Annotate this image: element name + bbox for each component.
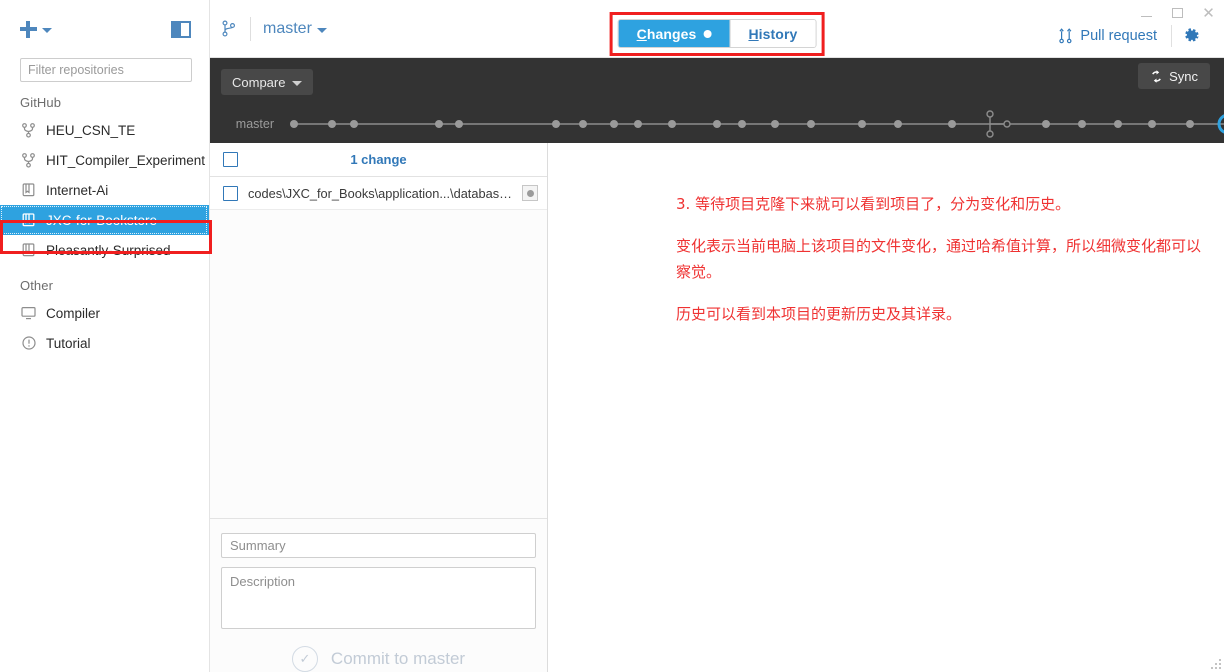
changed-file-row[interactable]: codes\JXC_for_Books\application...\datab… — [210, 177, 547, 210]
sidebar-item-hit-compiler-experiment[interactable]: HIT_Compiler_Experiment — [0, 145, 209, 175]
branch-selector[interactable]: master — [263, 20, 327, 38]
annotation-text-block: 3. 等待项目克隆下来就可以看到项目了，分为变化和历史。 变化表示当前电脑上该项… — [676, 191, 1210, 327]
panel-toggle-icon[interactable] — [171, 20, 191, 38]
add-repository-button[interactable] — [20, 20, 52, 38]
sync-icon — [1150, 69, 1163, 83]
repository-sidebar: GitHub HEU_CSN_TE HIT_Comp — [0, 0, 212, 672]
sidebar-item-label: Internet-Ai — [46, 182, 109, 198]
chevron-down-icon — [292, 81, 303, 86]
file-path-label: codes\JXC_for_Books\application...\datab… — [248, 185, 512, 201]
sidebar-group-label-other: Other — [20, 278, 54, 293]
sidebar-group-label-github: GitHub — [20, 95, 62, 110]
tab-changes[interactable]: Changes — [618, 20, 730, 47]
diff-pane: 3. 等待项目克隆下来就可以看到项目了，分为变化和历史。 变化表示当前电脑上该项… — [548, 143, 1224, 672]
tab-history-accelerator: H — [748, 25, 759, 42]
app-window: GitHub HEU_CSN_TE HIT_Comp — [0, 0, 1224, 672]
repository-header: master Changes History Pull request — [210, 0, 1224, 58]
resize-grip[interactable] — [1210, 658, 1221, 669]
chevron-down-icon — [42, 28, 52, 33]
compare-label: Compare — [232, 74, 286, 90]
commit-graph-bar: Compare Sync master — [210, 58, 1224, 143]
info-circle-icon — [21, 335, 36, 351]
file-checkbox[interactable] — [223, 185, 238, 201]
filter-wrapper — [0, 58, 209, 82]
book-icon — [21, 182, 36, 198]
pull-request-icon — [1059, 27, 1073, 44]
sidebar-item-label: HIT_Compiler_Experiment — [46, 152, 206, 168]
header-divider — [250, 16, 251, 41]
monitor-icon — [21, 305, 36, 321]
sidebar-item-internet-ai[interactable]: Internet-Ai — [0, 175, 209, 205]
sidebar-item-label: Compiler — [46, 305, 101, 321]
changes-count-label: 1 change — [350, 152, 407, 167]
tab-history-label: istory — [758, 25, 798, 42]
commit-graph-svg — [290, 110, 1224, 138]
annotation-paragraph-3: 历史可以看到本项目的更新历史及其详录。 — [676, 305, 962, 323]
tab-history[interactable]: History — [729, 20, 816, 47]
book-icon — [21, 212, 36, 228]
body-split: 1 change codes\JXC_for_Books\application… — [210, 143, 1224, 672]
tab-changes-accelerator: C — [636, 25, 647, 42]
commit-form: ✓ Commit to master — [210, 519, 547, 672]
annotation-paragraph-2: 变化表示当前电脑上该项目的文件变化，通过哈希值计算，所以细微变化都可以察觉。 — [676, 237, 1202, 281]
minimize-button[interactable] — [1131, 2, 1162, 24]
pull-request-button[interactable]: Pull request — [1059, 28, 1171, 44]
sync-label: Sync — [1169, 68, 1198, 84]
tabs-wrapper: Changes History — [609, 12, 825, 56]
book-icon — [21, 242, 36, 258]
check-circle-icon: ✓ — [291, 646, 318, 672]
commit-graph-track[interactable] — [284, 106, 1224, 142]
changes-empty-area — [210, 210, 547, 519]
sidebar-item-label: JXC-for-Bookstore — [46, 212, 158, 228]
sync-button[interactable]: Sync — [1138, 63, 1210, 89]
sidebar-item-label: HEU_CSN_TE — [46, 122, 136, 138]
sidebar-toolbar — [0, 0, 209, 58]
sidebar-item-label: Pleasantly-Surprised — [46, 242, 171, 258]
commit-to-master-button[interactable]: ✓ Commit to master — [221, 646, 536, 672]
view-tabs: Changes History — [617, 19, 817, 48]
maximize-button[interactable] — [1162, 2, 1193, 24]
compare-button[interactable]: Compare — [221, 69, 314, 95]
close-button[interactable]: ✕ — [1193, 2, 1224, 24]
select-all-checkbox[interactable] — [223, 152, 238, 167]
branch-block: master — [210, 16, 327, 41]
pull-request-label: Pull request — [1080, 27, 1157, 44]
commit-summary-input[interactable] — [221, 533, 536, 558]
branch-icon — [222, 20, 238, 38]
tab-changes-indicator-dot — [703, 29, 712, 38]
sidebar-item-jxc-for-bookstore[interactable]: JXC-for-Bookstore — [0, 205, 209, 235]
main-area: master Changes History Pull request Comp… — [210, 0, 1224, 672]
branch-name-label: master — [263, 19, 312, 37]
graph-branch-label: master — [235, 117, 274, 131]
changes-header: 1 change — [210, 143, 547, 177]
changes-panel: 1 change codes\JXC_for_Books\application… — [210, 143, 548, 672]
fork-icon — [21, 152, 36, 168]
sidebar-item-pleasantly-surprised[interactable]: Pleasantly-Surprised — [0, 235, 209, 265]
sidebar-item-label: Tutorial — [46, 335, 91, 351]
fork-icon — [21, 122, 36, 138]
sidebar-item-heu-csn-te[interactable]: HEU_CSN_TE — [0, 115, 209, 145]
sidebar-item-compiler[interactable]: Compiler — [0, 298, 209, 328]
graph-branch-row: master — [210, 106, 1224, 142]
filter-repositories-input[interactable] — [20, 58, 192, 82]
annotation-paragraph-1: 3. 等待项目克隆下来就可以看到项目了，分为变化和历史。 — [676, 195, 1071, 213]
commit-button-label: Commit to master — [330, 649, 466, 668]
sidebar-list-other: Compiler Tutorial — [0, 298, 209, 358]
plus-icon — [20, 20, 37, 38]
gear-icon[interactable] — [1172, 27, 1210, 44]
modified-dot-icon — [522, 185, 538, 201]
window-controls: ✕ — [1114, 0, 1224, 26]
chevron-down-icon — [316, 28, 327, 33]
tab-changes-label: hanges — [646, 25, 697, 42]
sidebar-list-github: HEU_CSN_TE HIT_Compiler_Experiment Inter… — [0, 115, 209, 265]
sidebar-item-tutorial[interactable]: Tutorial — [0, 328, 209, 358]
annotation-box-tabs: Changes History — [609, 12, 825, 56]
commit-description-input[interactable] — [221, 567, 536, 629]
